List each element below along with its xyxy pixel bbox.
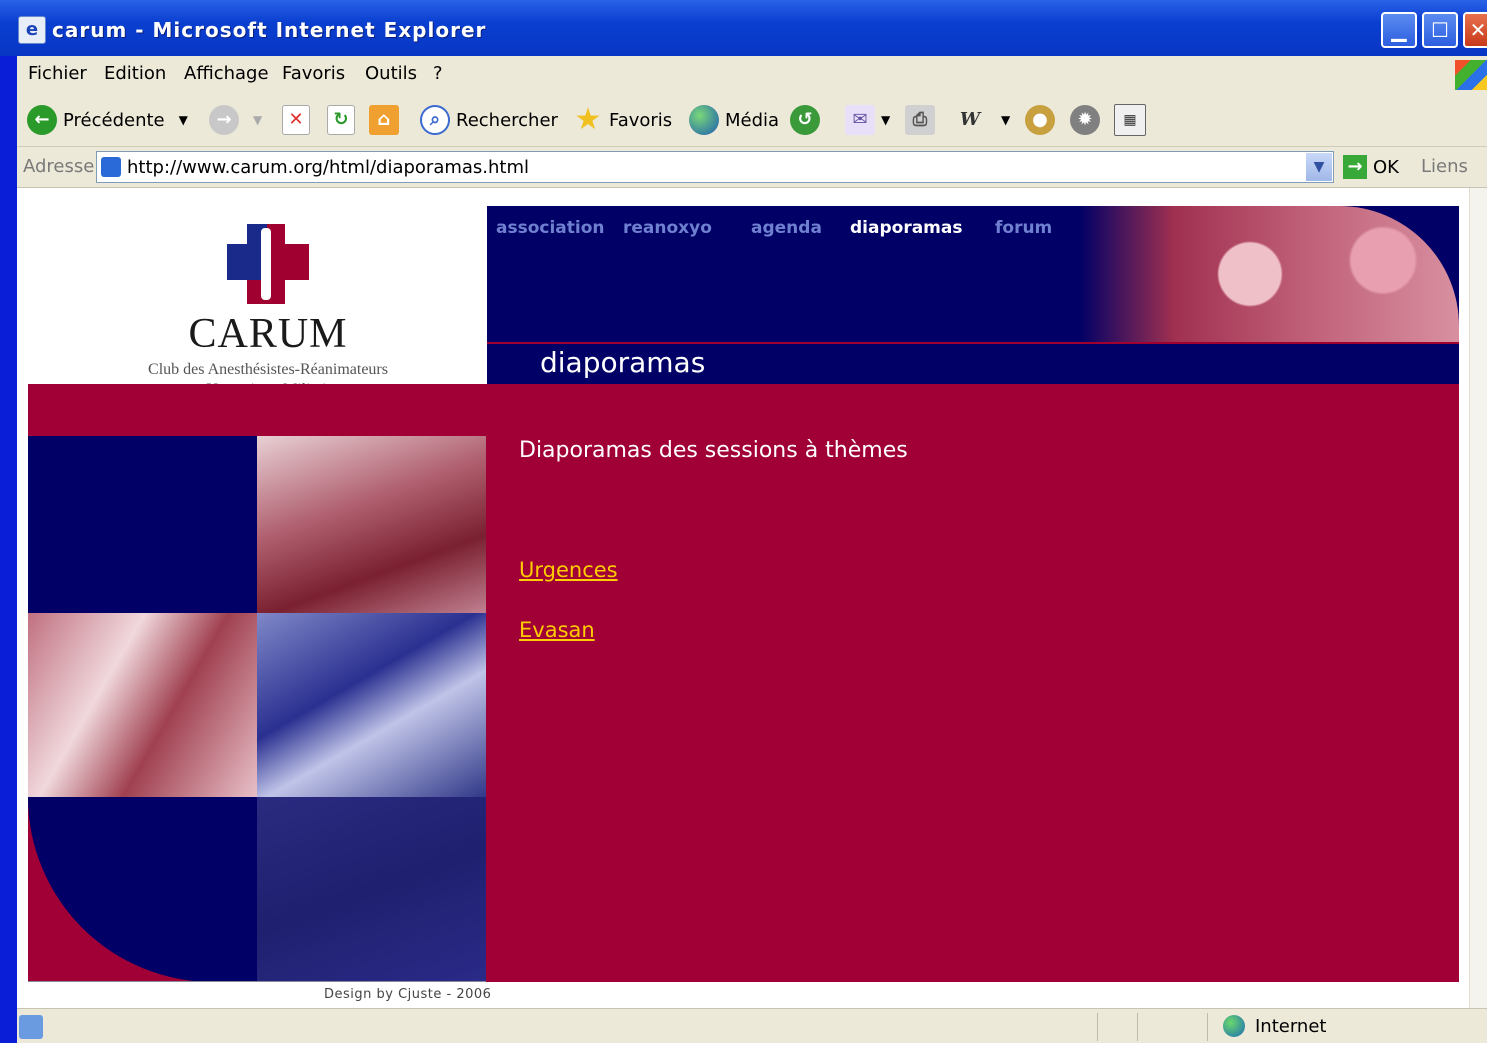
calculator-button[interactable]: ▦ <box>1114 104 1152 136</box>
menu-edition[interactable]: Edition <box>104 63 166 84</box>
favorites-label: Favoris <box>609 109 673 131</box>
address-url[interactable]: http://www.carum.org/html/diaporamas.htm… <box>127 157 529 178</box>
page-title: diaporamas <box>540 346 706 379</box>
back-label: Précédente <box>63 109 165 131</box>
window-title: carum - Microsoft Internet Explorer <box>52 18 487 42</box>
go-label: OK <box>1373 156 1399 178</box>
edit-dropdown-icon[interactable]: ▼ <box>1001 113 1010 127</box>
menu-bar: Fichier Edition Affichage Favoris Outils… <box>17 56 1487 95</box>
status-divider <box>1207 1013 1208 1041</box>
link-urgences[interactable]: Urgences <box>519 558 618 582</box>
menu-help[interactable]: ? <box>433 63 443 84</box>
refresh-icon: ↻ <box>327 105 355 135</box>
footer-divider <box>28 981 486 982</box>
mosaic-navy-curve <box>28 797 257 982</box>
media-globe-icon <box>689 105 719 135</box>
footer-credit: Design by Cjuste - 2006 <box>324 987 492 1002</box>
content-heading: Diaporamas des sessions à thèmes <box>519 438 908 463</box>
forward-button[interactable]: → ▼ <box>209 104 262 136</box>
address-input[interactable]: http://www.carum.org/html/diaporamas.htm… <box>96 151 1334 183</box>
address-label: Adresse <box>23 156 95 177</box>
toolbar: ← Précédente ▼ → ▼ ✕ ↻ ⌂ ⌕ Rechercher ★ … <box>17 94 1487 147</box>
firefighters-photo <box>257 613 486 797</box>
history-icon: ↺ <box>790 105 820 135</box>
nav-banner: association reanoxyo agenda diaporamas f… <box>487 206 1459 342</box>
favorites-button[interactable]: ★ Favoris <box>573 102 673 137</box>
vertical-scrollbar[interactable] <box>1469 188 1487 1008</box>
word-icon: W <box>959 109 981 130</box>
refresh-button[interactable]: ↻ <box>327 104 361 136</box>
history-button[interactable]: ↺ <box>790 104 826 136</box>
status-bar: Internet <box>17 1008 1487 1043</box>
discuss-button[interactable]: ● <box>1025 104 1061 136</box>
search-button[interactable]: ⌕ Rechercher <box>420 104 558 136</box>
messenger-icon: ● <box>1025 105 1055 135</box>
patient-photo <box>257 797 486 982</box>
search-icon: ⌕ <box>420 105 450 135</box>
status-divider <box>1097 1013 1098 1041</box>
home-icon: ⌂ <box>369 105 399 135</box>
menu-favoris[interactable]: Favoris <box>282 63 345 84</box>
mosaic-navy-block <box>28 436 257 613</box>
page-icon <box>101 157 121 177</box>
back-arrow-icon: ← <box>27 105 57 135</box>
gear-icon: ✹ <box>1070 105 1100 135</box>
edit-button[interactable]: W ▼ <box>955 104 1010 136</box>
link-evasan[interactable]: Evasan <box>519 618 595 642</box>
links-button[interactable]: Liens <box>1421 156 1468 177</box>
close-button[interactable]: ✕ <box>1463 12 1487 48</box>
go-arrow-icon: → <box>1343 155 1367 179</box>
nav-association[interactable]: association <box>496 218 605 238</box>
mail-icon: ✉ <box>845 105 875 135</box>
nav-agenda[interactable]: agenda <box>751 218 822 238</box>
minimize-button[interactable]: ▁ <box>1381 12 1417 48</box>
nav-reanoxyo[interactable]: reanoxyo <box>623 218 712 238</box>
rescue-team-photo <box>257 436 486 613</box>
logo-area: CARUM Club des Anesthésistes-Réanimateur… <box>28 206 487 398</box>
windows-logo-icon <box>1455 60 1487 90</box>
home-button[interactable]: ⌂ <box>369 104 405 136</box>
ie-icon: e <box>18 16 46 44</box>
forward-dropdown-icon: ▼ <box>253 113 263 127</box>
forward-arrow-icon: → <box>209 105 239 135</box>
page-title-bar: diaporamas <box>487 342 1459 386</box>
print-icon: ⎙ <box>905 105 935 135</box>
search-label: Rechercher <box>456 109 558 131</box>
security-zone: Internet <box>1223 1015 1326 1037</box>
nav-diaporamas[interactable]: diaporamas <box>850 218 962 238</box>
menu-affichage[interactable]: Affichage <box>184 63 269 84</box>
back-button[interactable]: ← Précédente ▼ <box>27 104 188 136</box>
address-bar: Adresse http://www.carum.org/html/diapor… <box>17 147 1487 188</box>
stop-icon: ✕ <box>282 105 310 135</box>
zone-label: Internet <box>1255 1015 1327 1037</box>
mail-dropdown-icon[interactable]: ▼ <box>881 113 890 127</box>
stop-button[interactable]: ✕ <box>282 104 316 136</box>
media-button[interactable]: Média <box>689 104 779 136</box>
photo-mosaic <box>28 436 486 982</box>
mail-button[interactable]: ✉ ▼ <box>845 104 890 136</box>
research-button[interactable]: ✹ <box>1070 104 1106 136</box>
menu-outils[interactable]: Outils <box>365 63 417 84</box>
logo-title: CARUM <box>188 311 348 357</box>
internet-globe-icon <box>1223 1015 1245 1037</box>
go-button[interactable]: → OK <box>1343 153 1399 181</box>
back-dropdown-icon[interactable]: ▼ <box>179 113 188 127</box>
menu-fichier[interactable]: Fichier <box>28 63 87 84</box>
address-dropdown-icon[interactable]: ▼ <box>1306 153 1332 181</box>
star-icon: ★ <box>574 102 602 137</box>
title-bar: e carum - Microsoft Internet Explorer ▁ … <box>0 0 1487 56</box>
page-viewport: CARUM Club des Anesthésistes-Réanimateur… <box>17 188 1469 1008</box>
medic-photo <box>28 613 257 797</box>
logo-subtitle-line-1: Club des Anesthésistes-Réanimateurs <box>148 361 388 378</box>
page-status-icon <box>19 1015 43 1039</box>
nav-forum[interactable]: forum <box>995 218 1052 238</box>
maximize-button[interactable]: ☐ <box>1422 12 1458 48</box>
calculator-icon: ▦ <box>1114 104 1146 136</box>
banner-photo <box>1079 206 1459 342</box>
print-button[interactable]: ⎙ <box>905 104 941 136</box>
media-label: Média <box>725 109 780 131</box>
status-divider <box>1137 1013 1138 1041</box>
